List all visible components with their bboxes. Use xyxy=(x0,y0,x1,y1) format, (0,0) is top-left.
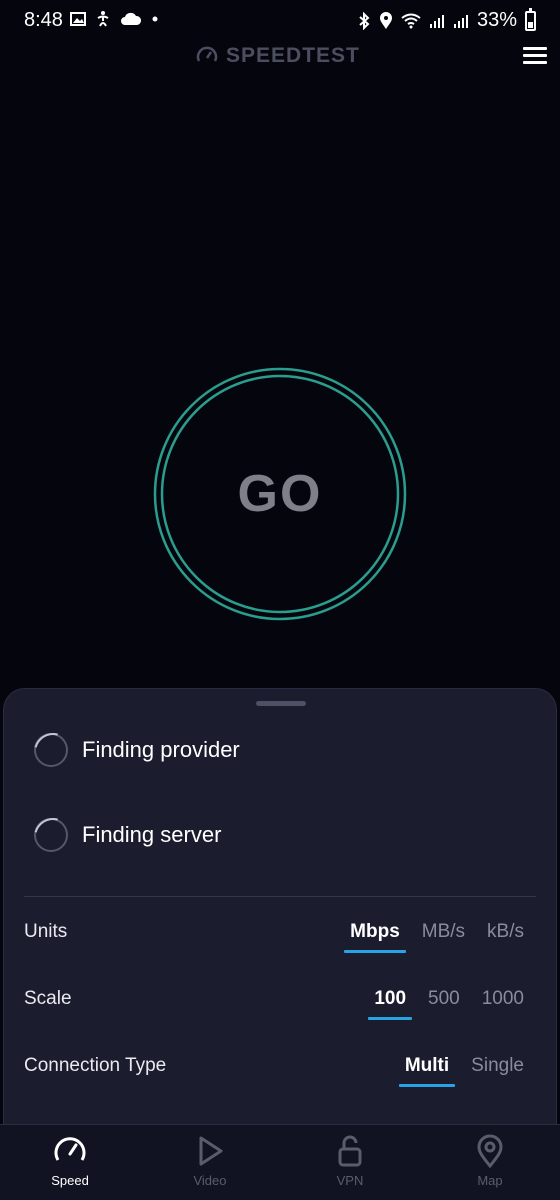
map-pin-icon xyxy=(477,1134,503,1169)
nav-item-vpn[interactable]: VPN xyxy=(280,1125,420,1200)
units-setting: Units Mbps MB/s kB/s xyxy=(24,913,530,953)
scale-option-500[interactable]: 500 xyxy=(422,988,466,1020)
nav-label-map: Map xyxy=(477,1173,503,1188)
finding-server-row: Finding server xyxy=(34,818,221,852)
units-option-kbs[interactable]: kB/s xyxy=(481,921,530,953)
battery-percent: 33% xyxy=(476,9,517,31)
battery-fill xyxy=(528,22,533,28)
nav-item-video[interactable]: Video xyxy=(140,1125,280,1200)
units-label: Units xyxy=(24,921,68,942)
units-option-mbps[interactable]: Mbps xyxy=(344,921,406,953)
loading-spinner-icon xyxy=(34,733,68,767)
location-icon xyxy=(379,11,392,29)
status-right: 33% xyxy=(357,7,536,32)
finding-server-label: Finding server xyxy=(82,822,222,847)
speedtest-logo: SPEEDTEST xyxy=(196,44,360,68)
bottom-nav: Speed Video VPN Map xyxy=(0,1124,560,1200)
logo-text: SPEEDTEST xyxy=(226,44,360,67)
scale-options: 100 500 1000 xyxy=(368,988,530,1020)
scale-setting: Scale 100 500 1000 xyxy=(24,980,530,1020)
signal-icon xyxy=(453,14,468,28)
nav-label-vpn: VPN xyxy=(336,1173,364,1188)
signal-icon xyxy=(429,14,444,28)
connection-type-setting: Connection Type Multi Single xyxy=(24,1047,530,1087)
image-icon xyxy=(70,12,86,26)
status-bar: 8:48 33% xyxy=(0,0,560,40)
speedometer-icon xyxy=(54,1137,86,1161)
finding-provider-row: Finding provider xyxy=(34,733,240,767)
dot-icon xyxy=(152,16,158,22)
nav-item-map[interactable]: Map xyxy=(420,1125,560,1200)
finding-provider-label: Finding provider xyxy=(82,737,240,762)
wifi-icon xyxy=(401,13,421,28)
scale-option-100[interactable]: 100 xyxy=(368,988,412,1020)
units-options: Mbps MB/s kB/s xyxy=(344,921,530,953)
go-button[interactable]: GO xyxy=(152,366,408,622)
app-header: SPEEDTEST xyxy=(0,40,560,76)
loading-spinner-icon xyxy=(34,818,68,852)
speedometer-icon xyxy=(196,46,218,62)
hamburger-menu-icon[interactable] xyxy=(520,44,550,68)
nav-label-speed: Speed xyxy=(51,1173,89,1188)
sheet-drag-handle[interactable] xyxy=(256,701,306,706)
play-icon xyxy=(199,1136,223,1166)
go-label: GO xyxy=(237,465,323,523)
connection-option-multi[interactable]: Multi xyxy=(398,1055,456,1087)
units-option-mbs[interactable]: MB/s xyxy=(416,921,471,953)
nav-label-video: Video xyxy=(193,1173,227,1188)
connection-option-single[interactable]: Single xyxy=(465,1055,530,1087)
scale-label: Scale xyxy=(24,988,72,1009)
status-left-icons xyxy=(70,10,160,28)
scale-option-1000[interactable]: 1000 xyxy=(476,988,530,1020)
battery-icon xyxy=(525,7,536,31)
accessibility-icon xyxy=(97,11,109,27)
bottom-sheet: Finding provider Finding server Units Mb… xyxy=(3,688,557,1128)
bluetooth-icon xyxy=(359,11,370,30)
connection-type-label: Connection Type xyxy=(24,1055,167,1076)
cloud-icon xyxy=(121,12,142,25)
divider xyxy=(24,896,536,897)
connection-type-options: Multi Single xyxy=(398,1055,530,1087)
unlock-icon xyxy=(338,1135,362,1167)
nav-item-speed[interactable]: Speed xyxy=(0,1125,140,1200)
status-time: 8:48 xyxy=(24,9,63,31)
